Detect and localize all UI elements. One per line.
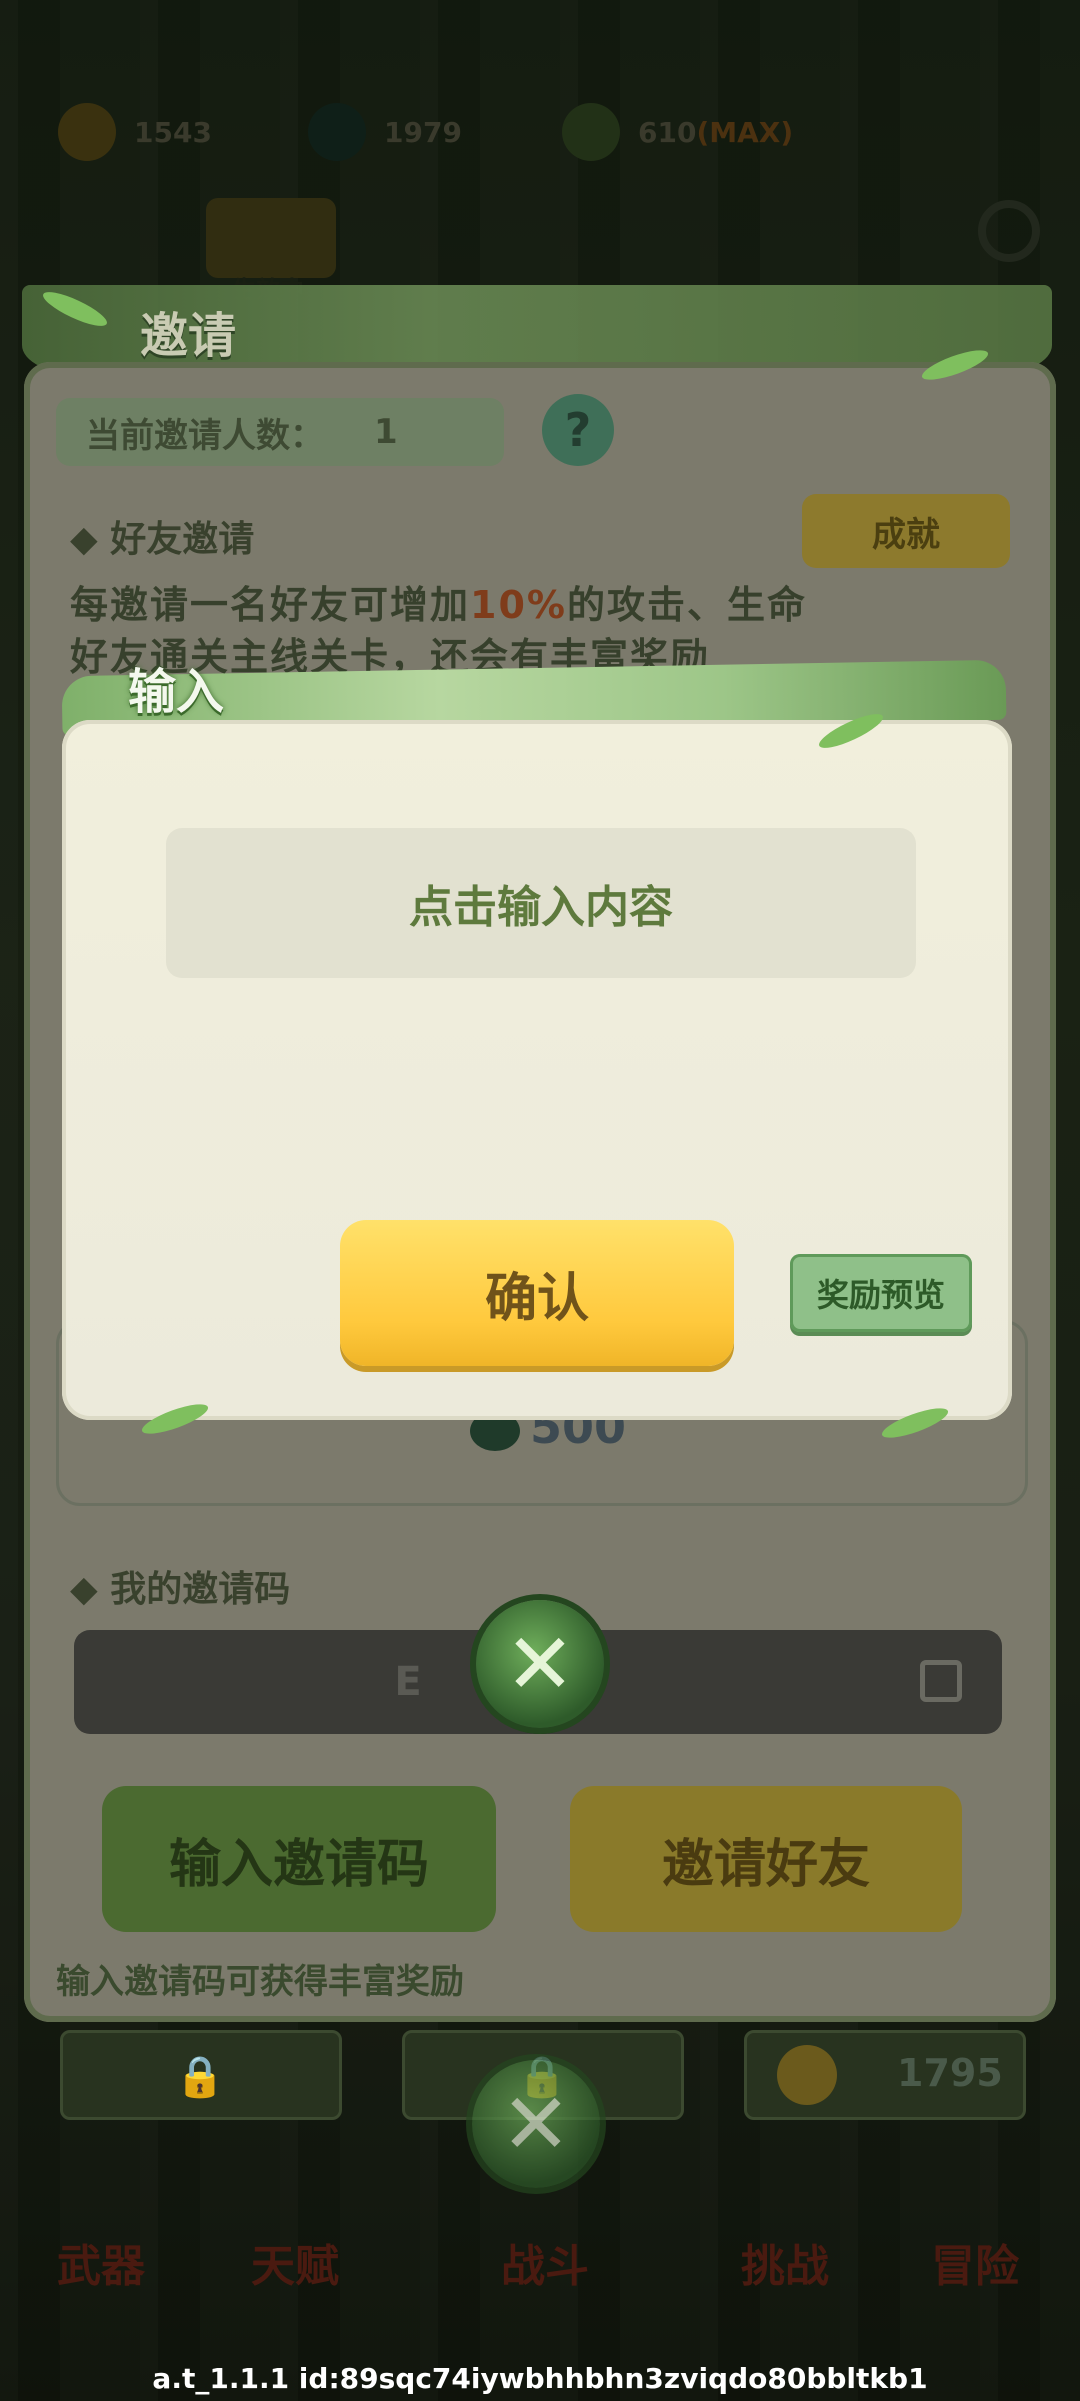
reward-preview-label: 奖励预览 [816,1276,945,1314]
paw-coin-icon [777,2045,837,2105]
invite-code-input[interactable]: 点击输入内容 [166,828,916,978]
desc-text: 每邀请一名好友可增加 [70,583,471,627]
nav-challenge-label: 挑战 [741,2241,829,2292]
achievement-button[interactable]: 成就 [802,494,1010,568]
locked-slot-3: 1795 [744,2030,1026,2120]
invite-desc-line1: 每邀请一名好友可增加10%的攻击、生命 [70,574,807,629]
confirm-label: 确认 [484,1268,589,1329]
input-dialog-title: 输入 [128,664,225,720]
invite-panel-title: 邀请 [140,308,237,364]
desc-text: 的攻击、生命 [566,583,807,627]
invite-count-value: 1 [374,412,398,452]
close-icon: ✕ [500,2075,572,2173]
close-invite-panel-button[interactable]: ✕ [472,2060,600,2188]
lock-icon: 🔒 [175,2054,225,2100]
nav-battle-label: 战斗 [501,2241,589,2292]
close-icon: ✕ [504,1615,576,1713]
copy-icon[interactable] [920,1660,962,1702]
friend-invite-heading: ◆ 好友邀请 [70,519,255,560]
nav-battle[interactable]: 战斗 [460,2230,630,2294]
invite-code-value: E [394,1659,422,1705]
locked-slot-1: 🔒 [60,2030,342,2120]
invite-friend-label: 邀请好友 [661,1834,870,1895]
nav-adventure-label: 冒险 [931,2241,1019,2292]
nav-talent[interactable]: 天赋 [210,2230,380,2294]
enter-code-label: 输入邀请码 [168,1834,429,1895]
friend-invite-label: 好友邀请 [110,519,255,560]
help-button[interactable]: ? [542,394,614,466]
close-input-dialog-button[interactable]: ✕ [476,1600,604,1728]
help-icon: ? [564,403,592,457]
reward-preview-button[interactable]: 奖励预览 [790,1254,972,1332]
build-id-footer: a.t_1.1.1 id:89sqc74iywbhhbhn3zviqdo80bb… [152,2362,928,2395]
nav-adventure[interactable]: 冒险 [890,2230,1060,2294]
invite-hint: 输入邀请码可获得丰富奖励 [56,1962,464,2002]
input-placeholder: 点击输入内容 [409,882,673,933]
desc-pct: 10% [470,583,567,627]
invite-friend-button[interactable]: 邀请好友 [570,1786,962,1932]
nav-weapon[interactable]: 武器 [16,2230,186,2294]
nav-talent-label: 天赋 [251,2241,339,2292]
enter-code-button[interactable]: 输入邀请码 [102,1786,496,1932]
my-code-label: 我的邀请码 [110,1569,291,1610]
nav-weapon-label: 武器 [57,2241,145,2292]
confirm-button[interactable]: 确认 [340,1220,734,1366]
invite-count-box: 当前邀请人数： 1 [56,398,504,466]
achievement-label: 成就 [872,514,940,555]
my-code-heading: ◆ 我的邀请码 [70,1569,291,1610]
locked-value: 1795 [897,2051,1003,2095]
invite-count-label: 当前邀请人数： [86,415,324,456]
nav-challenge[interactable]: 挑战 [700,2230,870,2294]
